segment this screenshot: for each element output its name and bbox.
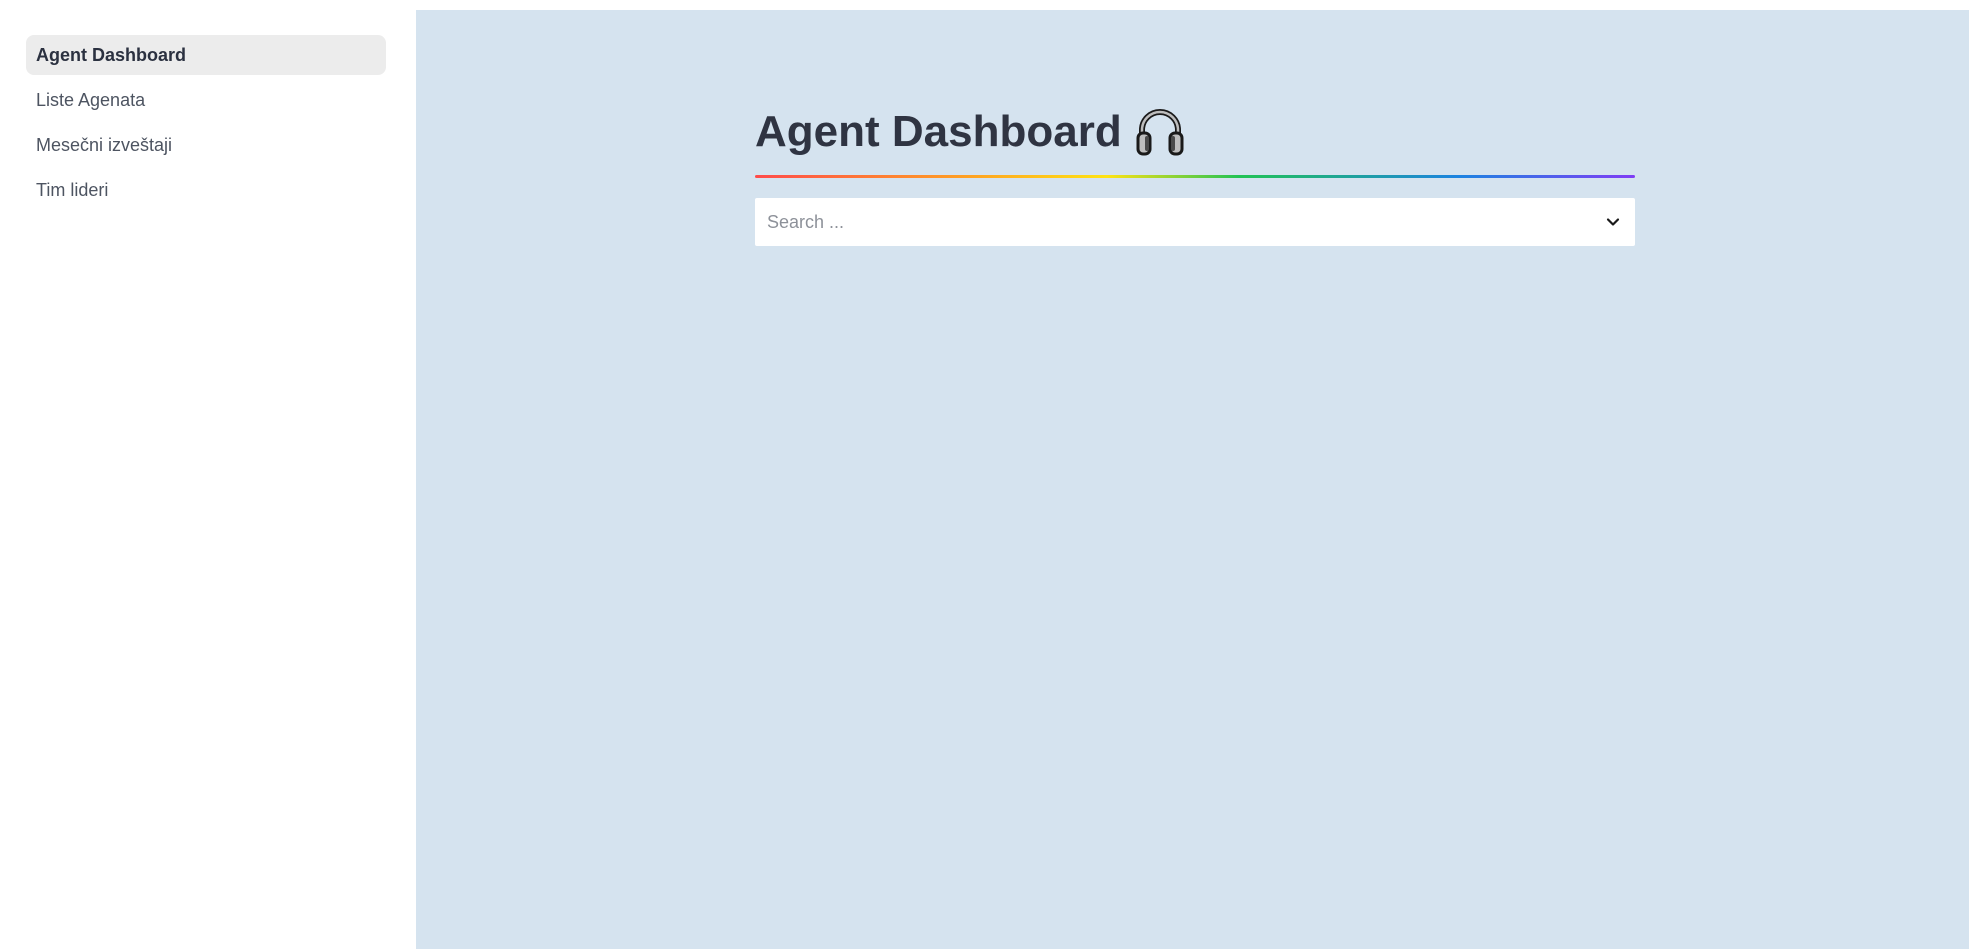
sidebar-item-agent-dashboard[interactable]: Agent Dashboard [26, 35, 386, 75]
content-container: Agent Dashboard [755, 95, 1635, 246]
headphone-icon [1134, 106, 1186, 158]
sidebar-item-label: Agent Dashboard [36, 45, 187, 65]
main-content: Agent Dashboard [416, 10, 1969, 949]
sidebar-item-label: Liste Agenata [36, 90, 146, 110]
sidebar-item-label: Mesečni izveštaji [36, 135, 173, 155]
search-select[interactable] [755, 198, 1635, 246]
page-header: Agent Dashboard [755, 95, 1635, 169]
app-window: Agent Dashboard Liste Agenata Mesečni iz… [0, 0, 1969, 949]
chevron-down-icon[interactable] [1603, 212, 1623, 232]
page-title: Agent Dashboard [755, 107, 1122, 156]
search-input[interactable] [755, 199, 1599, 245]
sidebar-nav: Agent Dashboard Liste Agenata Mesečni iz… [26, 35, 386, 215]
sidebar-item-mesecni-izvestaji[interactable]: Mesečni izveštaji [26, 125, 386, 165]
sidebar-item-tim-lideri[interactable]: Tim lideri [26, 170, 386, 210]
sidebar-item-label: Tim lideri [36, 180, 109, 200]
title-divider [755, 175, 1635, 178]
sidebar: Agent Dashboard Liste Agenata Mesečni iz… [0, 0, 416, 949]
sidebar-item-liste-agenata[interactable]: Liste Agenata [26, 80, 386, 120]
